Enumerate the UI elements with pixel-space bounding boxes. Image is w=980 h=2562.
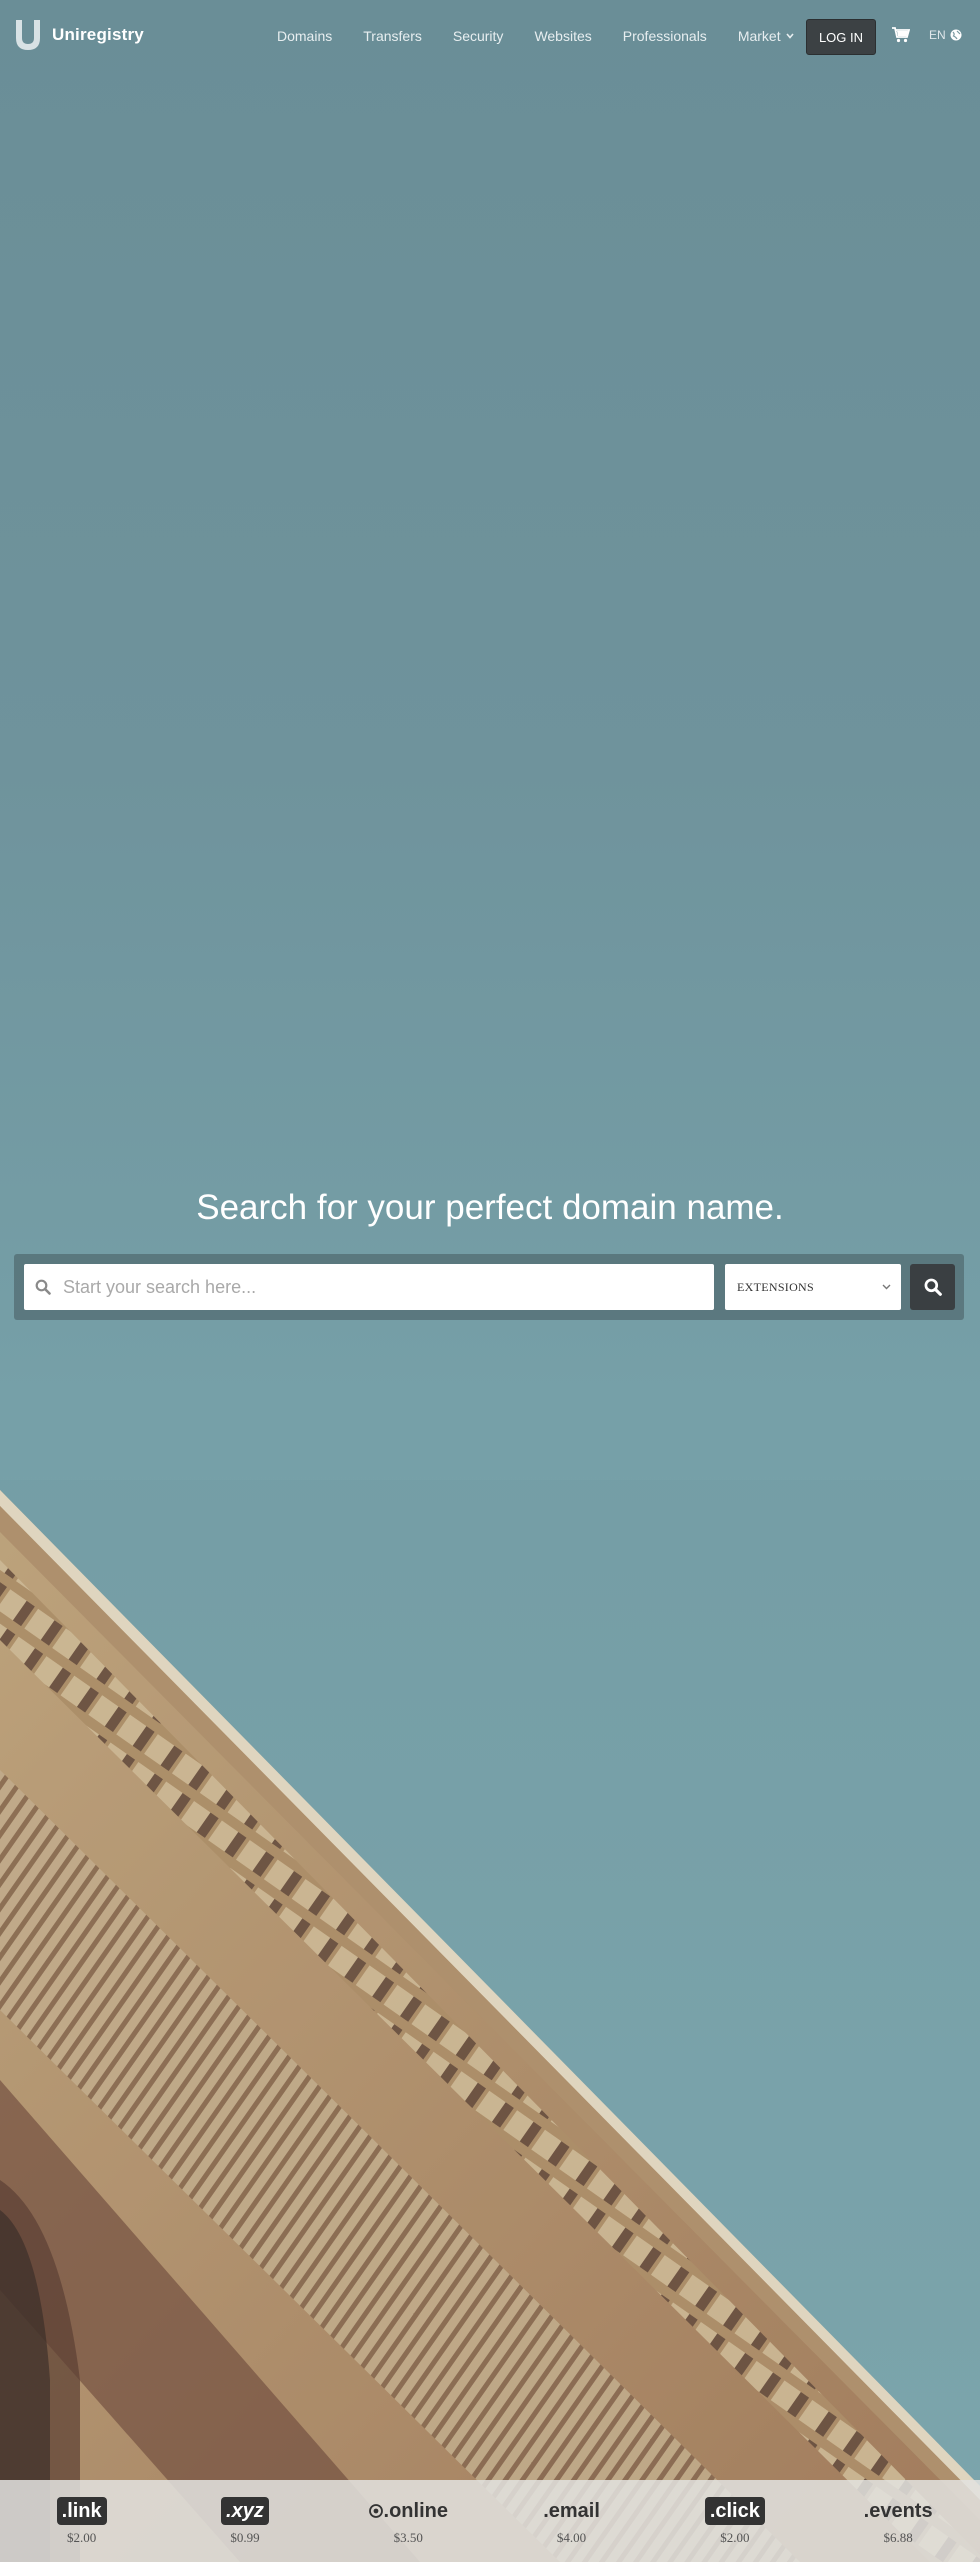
tld-price: $0.99 [230, 2529, 260, 2545]
domain-search-bar: EXTENSIONS [14, 1254, 964, 1320]
tld-item-events[interactable]: .events $6.88 [816, 2480, 979, 2562]
tld-price: $2.00 [720, 2529, 750, 2545]
hero-title: Search for your perfect domain name. [196, 1188, 784, 1227]
top-navigation-bar: Uniregistry Domains Transfers Security W… [0, 0, 980, 72]
tld-name: .xyz [221, 2496, 269, 2525]
nav-item-security[interactable]: Security [453, 28, 504, 44]
tld-price: $2.00 [67, 2529, 97, 2545]
tld-item-email[interactable]: .email $4.00 [490, 2480, 653, 2562]
search-field[interactable] [24, 1264, 714, 1310]
tld-item-click[interactable]: .click $2.00 [653, 2480, 816, 2562]
cart-icon[interactable] [892, 27, 910, 43]
brand-name: Uniregistry [52, 25, 144, 44]
search-button[interactable] [910, 1264, 955, 1310]
brand-logo[interactable]: Uniregistry [14, 18, 144, 52]
tld-name-wrap: .online [364, 2497, 453, 2525]
chevron-down-icon [786, 33, 794, 39]
tld-item-online[interactable]: .online $3.50 [327, 2480, 490, 2562]
tld-promo-bar: .link $2.00 .xyz $0.99 .online $3.50 .em… [0, 2480, 980, 2562]
logo-icon [16, 20, 40, 50]
nav-item-professionals[interactable]: Professionals [623, 28, 707, 44]
tld-name: .click [704, 2496, 765, 2525]
tld-name: .events [863, 2499, 933, 2522]
extensions-label: EXTENSIONS [737, 1279, 814, 1294]
tld-price: $4.00 [556, 2529, 587, 2545]
tld-name: .link [56, 2496, 107, 2525]
language-selector[interactable]: EN [929, 28, 962, 42]
domain-search-input[interactable] [61, 1275, 705, 1299]
tld-name: .email [543, 2499, 600, 2522]
tld-price: $6.88 [883, 2529, 913, 2545]
search-icon [35, 1279, 51, 1295]
nav-item-market[interactable]: Market [738, 28, 794, 44]
tld-name: .online [383, 2499, 448, 2522]
tld-item-link[interactable]: .link $2.00 [0, 2480, 163, 2562]
main-nav: Domains Transfers Security Websites Prof… [277, 0, 825, 72]
online-logo-icon [368, 2503, 383, 2518]
nav-market-label: Market [737, 28, 781, 44]
nav-item-domains[interactable]: Domains [277, 28, 332, 44]
extensions-dropdown[interactable]: EXTENSIONS [725, 1264, 901, 1310]
tld-item-xyz[interactable]: .xyz $0.99 [163, 2480, 326, 2562]
nav-item-websites[interactable]: Websites [534, 28, 591, 44]
language-label: EN [929, 28, 946, 42]
globe-icon [950, 29, 962, 41]
nav-item-transfers[interactable]: Transfers [363, 28, 422, 44]
login-button[interactable]: LOG IN [806, 19, 876, 55]
chevron-down-icon [882, 1284, 891, 1290]
tld-price: $3.50 [393, 2529, 423, 2545]
search-icon [924, 1278, 942, 1296]
